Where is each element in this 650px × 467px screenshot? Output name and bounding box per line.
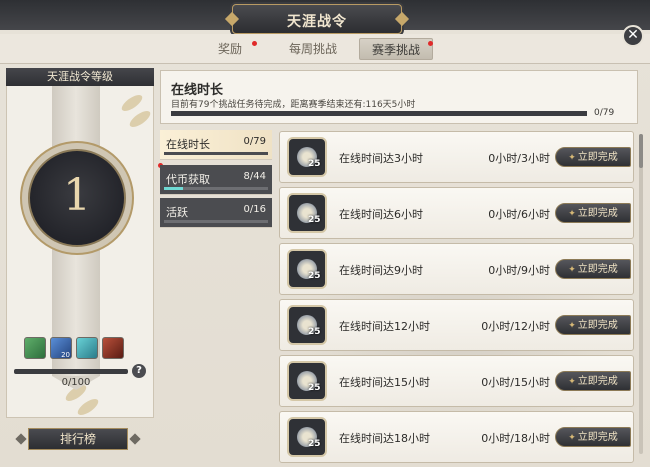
- category-progress-fill: [164, 187, 183, 190]
- token-reward-icon[interactable]: 25: [287, 305, 327, 345]
- category-value: 8/44: [243, 171, 266, 182]
- reward-amount: 25: [308, 327, 321, 337]
- tab-season-red-dot: [428, 41, 433, 46]
- quest-name: 在线时间达9小时: [339, 264, 423, 277]
- quest-progress: 0小时/12小时: [481, 320, 550, 333]
- category-value: 0/79: [243, 136, 266, 147]
- leaderboard-button[interactable]: 排行榜: [28, 428, 128, 450]
- level-exp-text: 0/100: [61, 377, 91, 388]
- quest-scrollbar-thumb[interactable]: [639, 134, 643, 168]
- quest-name: 在线时间达6小时: [339, 208, 423, 221]
- category-token-gain[interactable]: 代币获取 8/44: [160, 165, 272, 195]
- category-online-time[interactable]: 在线时长 0/79: [160, 130, 272, 160]
- category-activity[interactable]: 活跃 0/16: [160, 198, 272, 228]
- complete-now-button[interactable]: ✦ 立即完成: [555, 203, 631, 223]
- quest-row: 25 在线时间达18小时 0小时/18小时 ✦ 立即完成: [279, 411, 634, 463]
- green-scroll-icon[interactable]: [24, 337, 46, 359]
- challenge-summary: 在线时长 目前有79个挑战任务待完成，距离赛季结束还有:116天5小时 0/79: [160, 70, 638, 124]
- quest-row: 25 在线时间达15小时 0小时/15小时 ✦ 立即完成: [279, 355, 634, 407]
- tab-rewards[interactable]: 奖励: [208, 38, 252, 60]
- reward-amount: 25: [308, 383, 321, 393]
- summary-progress-bar: [171, 111, 587, 116]
- red-chest-icon[interactable]: [102, 337, 124, 359]
- quest-progress: 0小时/9小时: [488, 264, 550, 277]
- summary-title: 在线时长: [171, 83, 224, 98]
- quest-row: 25 在线时间达9小时 0小时/9小时 ✦ 立即完成: [279, 243, 634, 295]
- category-value: 0/16: [243, 204, 266, 215]
- help-icon[interactable]: ?: [132, 364, 146, 378]
- tab-weekly-challenge[interactable]: 每周挑战: [282, 38, 344, 60]
- reward-amount: 25: [308, 215, 321, 225]
- blue-gem-icon[interactable]: 20: [50, 337, 72, 359]
- complete-now-button[interactable]: ✦ 立即完成: [555, 315, 631, 335]
- category-progress-bar: [164, 187, 268, 190]
- summary-description: 目前有79个挑战任务待完成，距离赛季结束还有:116天5小时: [171, 100, 416, 110]
- complete-now-label: 立即完成: [577, 376, 618, 387]
- token-reward-icon[interactable]: 25: [287, 193, 327, 233]
- tab-rewards-red-dot: [252, 41, 257, 46]
- category-progress-bar: [164, 152, 268, 155]
- complete-now-label: 立即完成: [577, 320, 618, 331]
- reward-count: 20: [61, 351, 70, 359]
- star-icon: ✦: [568, 265, 576, 275]
- reward-amount: 25: [308, 439, 321, 449]
- complete-now-button[interactable]: ✦ 立即完成: [555, 427, 631, 447]
- token-reward-icon[interactable]: 25: [287, 417, 327, 457]
- summary-progress-text: 0/79: [594, 108, 615, 118]
- quest-row: 25 在线时间达3小时 0小时/3小时 ✦ 立即完成: [279, 131, 634, 183]
- quest-name: 在线时间达12小时: [339, 320, 430, 333]
- star-icon: ✦: [568, 433, 576, 443]
- quest-progress: 0小时/15小时: [481, 376, 550, 389]
- token-reward-icon[interactable]: 25: [287, 137, 327, 177]
- token-reward-icon[interactable]: 25: [287, 249, 327, 289]
- close-button[interactable]: ✕: [622, 25, 644, 47]
- category-label: 在线时长: [166, 138, 210, 151]
- tab-bar: 奖励 每周挑战 赛季挑战: [0, 34, 650, 64]
- complete-now-button[interactable]: ✦ 立即完成: [555, 371, 631, 391]
- category-label: 代币获取: [166, 173, 210, 186]
- star-icon: ✦: [568, 377, 576, 387]
- category-label: 活跃: [166, 206, 188, 219]
- complete-now-button[interactable]: ✦ 立即完成: [555, 259, 631, 279]
- title-plate: 天涯战令: [232, 4, 402, 34]
- quest-row: 25 在线时间达12小时 0小时/12小时 ✦ 立即完成: [279, 299, 634, 351]
- star-icon: ✦: [568, 153, 576, 163]
- category-progress-bar: [164, 220, 268, 223]
- quest-scrollbar[interactable]: [639, 134, 643, 454]
- quest-progress: 0小时/18小时: [481, 432, 550, 445]
- quest-progress: 0小时/6小时: [488, 208, 550, 221]
- complete-now-label: 立即完成: [577, 432, 618, 443]
- level-number: 1: [63, 170, 91, 221]
- quest-progress: 0小时/3小时: [488, 152, 550, 165]
- token-reward-icon[interactable]: 25: [287, 361, 327, 401]
- window-title: 天涯战令: [287, 14, 347, 30]
- complete-now-label: 立即完成: [577, 208, 618, 219]
- reward-amount: 25: [308, 271, 321, 281]
- quest-name: 在线时间达15小时: [339, 376, 430, 389]
- complete-now-button[interactable]: ✦ 立即完成: [555, 147, 631, 167]
- cyan-scroll-icon[interactable]: [76, 337, 98, 359]
- quest-name: 在线时间达3小时: [339, 152, 423, 165]
- reward-amount: 25: [308, 159, 321, 169]
- quest-name: 在线时间达18小时: [339, 432, 430, 445]
- complete-now-label: 立即完成: [577, 264, 618, 275]
- quest-row: 25 在线时间达6小时 0小时/6小时 ✦ 立即完成: [279, 187, 634, 239]
- star-icon: ✦: [568, 321, 576, 331]
- level-panel-header: 天涯战令等级: [6, 68, 154, 86]
- level-exp-bar: [14, 369, 128, 374]
- complete-now-label: 立即完成: [577, 152, 618, 163]
- game-window: 天涯战令 奖励 每周挑战 赛季挑战 ✕ 天涯战令等级 1 20 ? 0/100 …: [0, 0, 650, 467]
- tab-season-challenge[interactable]: 赛季挑战: [359, 38, 433, 60]
- star-icon: ✦: [568, 209, 576, 219]
